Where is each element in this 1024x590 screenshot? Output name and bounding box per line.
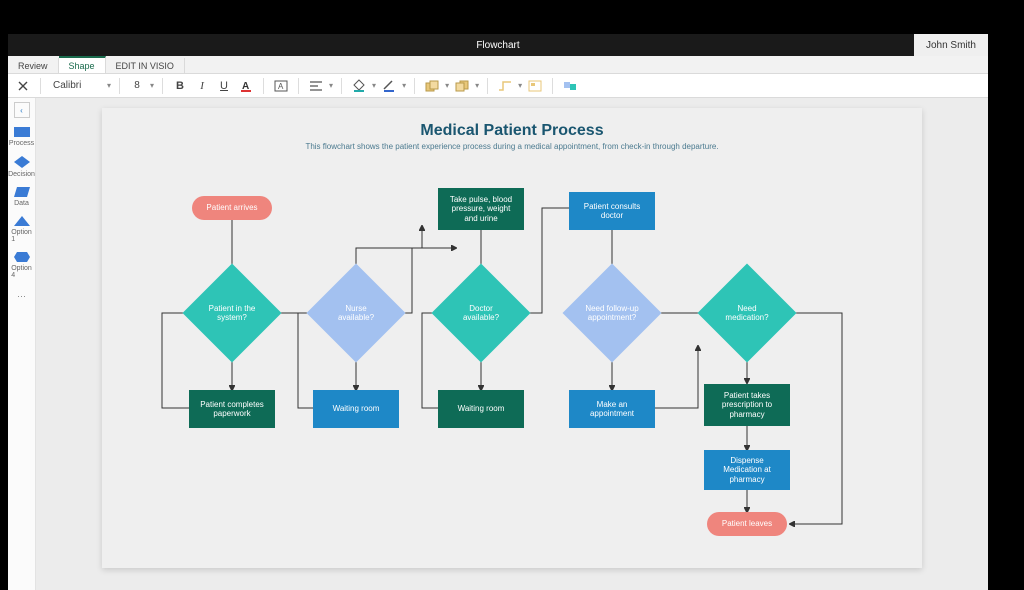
node-p3[interactable]: Take pulse, blood pressure, weight and u… (438, 188, 524, 230)
node-p5[interactable]: Patient consults doctor (569, 192, 655, 230)
node-p7[interactable]: Patient takes prescription to pharmacy (704, 384, 790, 426)
app-window: Flowchart John Smith Review Shape EDIT I… (8, 34, 988, 590)
font-color-button[interactable]: A (237, 77, 255, 95)
node-p4[interactable]: Waiting room (438, 390, 524, 428)
stencil-label: Process (9, 140, 34, 147)
tab-review[interactable]: Review (8, 58, 59, 73)
font-select[interactable]: Calibri (49, 80, 103, 91)
node-d4[interactable]: Need follow-up appointment? (577, 278, 647, 348)
text-box-button[interactable]: A (272, 77, 290, 95)
italic-button[interactable]: I (193, 77, 211, 95)
stencil-label: Decision (8, 171, 35, 178)
bold-button[interactable]: B (171, 77, 189, 95)
align-button[interactable] (307, 77, 325, 95)
bring-forward-button[interactable] (423, 77, 441, 95)
shape-style-button[interactable] (561, 77, 579, 95)
alt-text-button[interactable] (526, 77, 544, 95)
stencil-process[interactable]: Process (12, 126, 32, 147)
line-color-button[interactable] (380, 77, 398, 95)
flowchart-page[interactable]: Medical Patient Process This flowchart s… (102, 108, 922, 568)
stencil-label: Option 4 (11, 265, 32, 279)
fill-color-button[interactable] (350, 77, 368, 95)
font-size-select[interactable]: 8 (128, 80, 146, 91)
stencil-label: Option 1 (11, 229, 32, 243)
node-end[interactable]: Patient leaves (707, 512, 787, 536)
panel-collapse-button[interactable]: ‹ (14, 102, 30, 118)
user-name[interactable]: John Smith (914, 34, 988, 56)
stencil-option1[interactable]: Option 1 (12, 215, 32, 243)
shape-panel: ‹ Process Decision Data Option 1 (8, 98, 36, 590)
node-d2[interactable]: Nurse available? (321, 278, 391, 348)
ribbon-tabs: Review Shape EDIT IN VISIO (8, 56, 988, 74)
titlebar: Flowchart John Smith (8, 34, 988, 56)
connector-style-button[interactable] (496, 77, 514, 95)
node-d1[interactable]: Patient in the system? (197, 278, 267, 348)
stencil-label: Data (14, 200, 29, 207)
underline-button[interactable]: U (215, 77, 233, 95)
node-p2[interactable]: Waiting room (313, 390, 399, 428)
stencil-option4[interactable]: Option 4 (12, 251, 32, 279)
node-d5[interactable]: Need medication? (712, 278, 782, 348)
document-title: Flowchart (476, 40, 519, 51)
device-bezel: Flowchart John Smith Review Shape EDIT I… (0, 0, 1024, 590)
node-d3[interactable]: Doctor available? (446, 278, 516, 348)
stencil-more[interactable]: ⋯ (17, 291, 26, 302)
svg-text:A: A (278, 82, 284, 91)
stencil-data[interactable]: Data (12, 186, 32, 207)
workspace: ‹ Process Decision Data Option 1 (8, 98, 988, 590)
tab-edit-in-visio[interactable]: EDIT IN VISIO (106, 58, 185, 73)
node-p1[interactable]: Patient completes paperwork (189, 390, 275, 428)
send-backward-button[interactable] (453, 77, 471, 95)
toolbar: Calibri ▾ 8 ▾ B I U A A ▾ ▾ (8, 74, 988, 98)
canvas[interactable]: Medical Patient Process This flowchart s… (36, 98, 988, 590)
node-start[interactable]: Patient arrives (192, 196, 272, 220)
node-p6[interactable]: Make an appointment (569, 390, 655, 428)
tab-shape[interactable]: Shape (59, 56, 106, 73)
node-p8[interactable]: Dispense Medication at pharmacy (704, 450, 790, 490)
cut-icon[interactable] (14, 77, 32, 95)
stencil-decision[interactable]: Decision (12, 155, 32, 178)
